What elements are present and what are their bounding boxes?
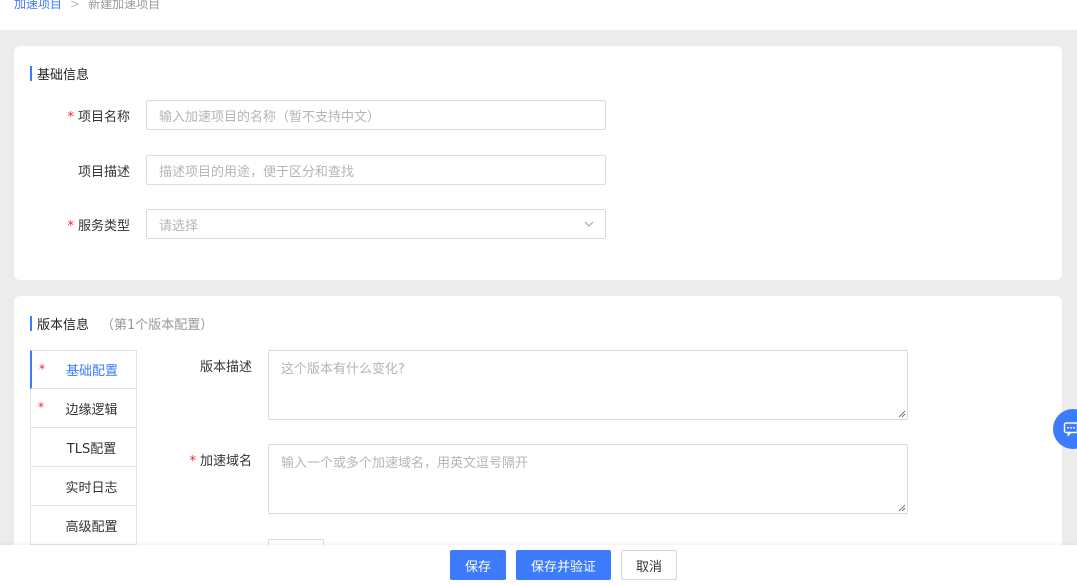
required-mark: * xyxy=(67,109,74,125)
tab-edge-logic[interactable]: * 边缘逻辑 xyxy=(30,389,137,428)
save-and-verify-button[interactable]: 保存并验证 xyxy=(516,550,611,580)
resize-handle-icon[interactable] xyxy=(898,504,906,512)
breadcrumb-bar: 加速项目 > 新建加速项目 xyxy=(0,0,1077,30)
version-config-tabs: * 基础配置 * 边缘逻辑 TLS配置 实时日志 高级配置 xyxy=(30,350,137,545)
basic-info-card: 基础信息 * 项目名称 输入加速项目的名称（暂不支持中文） 项目描述 描述项目的用… xyxy=(14,46,1062,280)
tab-advanced-config[interactable]: 高级配置 xyxy=(30,506,137,545)
project-desc-row: 项目描述 描述项目的用途，便于区分和查找 xyxy=(30,155,606,185)
chat-icon xyxy=(1063,422,1077,437)
service-type-label: * 服务类型 xyxy=(67,218,130,234)
accel-domain-textarea[interactable]: 输入一个或多个加速域名，用英文逗号隔开 xyxy=(268,444,908,514)
tab-label: TLS配置 xyxy=(66,441,117,457)
resize-handle-icon[interactable] xyxy=(898,410,906,418)
tab-label: 基础配置 xyxy=(65,364,118,379)
tab-label: 高级配置 xyxy=(65,519,118,535)
tab-label: 边缘逻辑 xyxy=(65,402,118,418)
section-accent-bar xyxy=(30,66,32,81)
basic-info-title-text: 基础信息 xyxy=(37,68,90,83)
required-mark: * xyxy=(67,218,74,234)
project-name-placeholder: 输入加速项目的名称（暂不支持中文） xyxy=(159,109,381,125)
service-type-select[interactable]: 请选择 xyxy=(146,209,606,239)
version-desc-placeholder: 这个版本有什么变化? xyxy=(281,362,405,377)
project-desc-label: 项目描述 xyxy=(77,164,130,180)
accel-domain-label: * 加速域名 xyxy=(189,454,252,469)
version-info-title: 版本信息 （第1个版本配置） xyxy=(30,314,213,333)
breadcrumb: 加速项目 > 新建加速项目 xyxy=(14,0,160,12)
tab-realtime-log[interactable]: 实时日志 xyxy=(30,467,137,506)
version-info-title-text: 版本信息 xyxy=(37,318,90,333)
accel-domain-placeholder: 输入一个或多个加速域名，用英文逗号隔开 xyxy=(281,456,529,471)
required-mark: * xyxy=(38,400,44,414)
tab-label: 实时日志 xyxy=(65,480,118,496)
version-info-subtitle: （第1个版本配置） xyxy=(101,318,214,333)
required-mark: * xyxy=(189,454,196,469)
version-desc-label: 版本描述 xyxy=(199,360,252,375)
breadcrumb-separator: > xyxy=(70,0,81,11)
project-desc-input[interactable]: 描述项目的用途，便于区分和查找 xyxy=(146,155,606,185)
action-bar: 保存 保存并验证 取消 xyxy=(0,545,1077,585)
service-type-row: * 服务类型 请选择 xyxy=(30,209,606,239)
version-info-card: 版本信息 （第1个版本配置） * 基础配置 * 边缘逻辑 TLS配置 实时日志 … xyxy=(14,296,1062,559)
cancel-button[interactable]: 取消 xyxy=(621,550,677,580)
basic-info-title: 基础信息 xyxy=(30,64,89,83)
tab-basic-config[interactable]: * 基础配置 xyxy=(30,350,137,389)
required-mark: * xyxy=(39,362,45,376)
project-name-input[interactable]: 输入加速项目的名称（暂不支持中文） xyxy=(146,100,606,130)
tab-tls-config[interactable]: TLS配置 xyxy=(30,428,137,467)
save-button[interactable]: 保存 xyxy=(450,550,506,580)
section-accent-bar xyxy=(30,316,32,331)
service-type-placeholder: 请选择 xyxy=(159,218,199,234)
breadcrumb-current: 新建加速项目 xyxy=(88,0,161,11)
breadcrumb-parent-link[interactable]: 加速项目 xyxy=(14,0,62,12)
project-desc-placeholder: 描述项目的用途，便于区分和查找 xyxy=(159,164,355,180)
chevron-down-icon xyxy=(584,221,594,227)
project-name-row: * 项目名称 输入加速项目的名称（暂不支持中文） xyxy=(30,100,606,130)
project-name-label: * 项目名称 xyxy=(67,109,130,125)
version-desc-textarea[interactable]: 这个版本有什么变化? xyxy=(268,350,908,420)
